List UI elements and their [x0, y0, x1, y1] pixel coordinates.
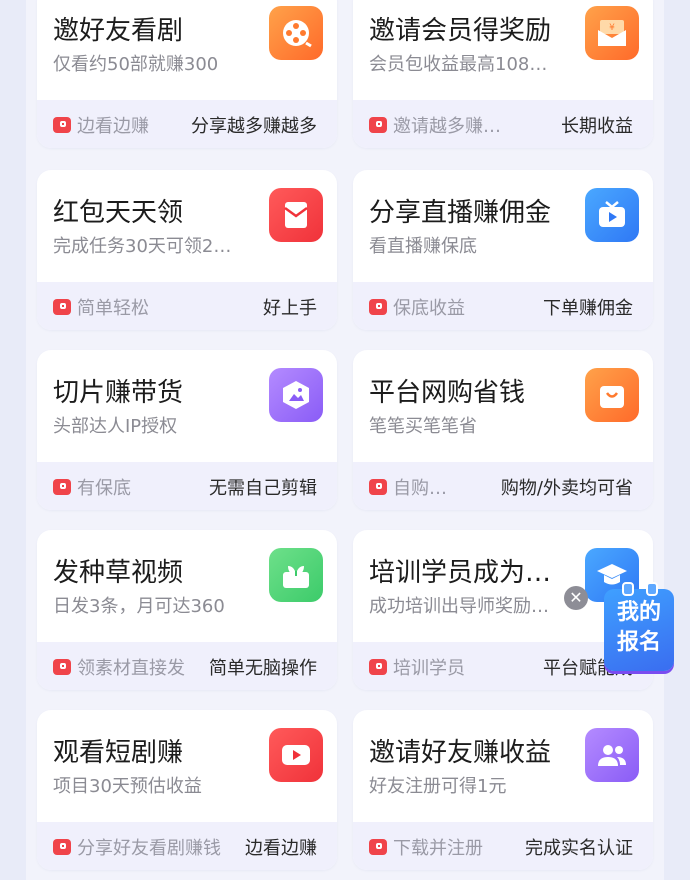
my-signup-label-line1: 我的 — [616, 600, 661, 625]
card-footer: 保底收益 下单赚佣金 — [353, 282, 653, 330]
card-title: 分享直播赚佣金 — [369, 198, 552, 228]
card-tag: 领素材直接发 — [77, 658, 185, 679]
card-title: 切片赚带货 — [53, 378, 184, 408]
task-card-live-share[interactable]: 分享直播赚佣金 看直播赚保底 保底收益 下单赚佣金 — [353, 170, 653, 330]
card-subtitle: 完成任务30天可领2… — [53, 236, 232, 257]
card-title: 观看短剧赚 — [53, 738, 184, 768]
card-footer-note: 购物/外卖均可省 — [500, 478, 633, 499]
card-title: 邀好友看剧 — [53, 16, 184, 46]
my-signup-floating-button[interactable]: 我的 报名 — [600, 582, 678, 675]
card-footer-note: 分享越多赚越多 — [191, 116, 317, 137]
card-footer: 分享好友看剧赚钱 边看边赚 — [37, 822, 337, 870]
tag-wallet-icon — [53, 117, 71, 133]
card-tag: 培训学员 — [393, 658, 465, 679]
card-subtitle: 项目30天预估收益 — [53, 776, 202, 797]
card-tag: 下载并注册 — [393, 838, 483, 859]
card-tag: 保底收益 — [393, 298, 465, 319]
svg-text:¥: ¥ — [609, 23, 615, 33]
card-footer-note: 下单赚佣金 — [543, 298, 633, 319]
card-footer-note: 长期收益 — [561, 116, 633, 137]
card-footer: 自购省… 购物/外卖均可省 — [353, 462, 653, 510]
film-reel-icon — [269, 6, 323, 60]
card-subtitle: 会员包收益最高108… — [369, 54, 548, 75]
card-footer-note: 无需自己剪辑 — [209, 478, 317, 499]
card-tag: 邀请越多赚越多 — [393, 116, 511, 137]
image-hexagon-icon — [269, 368, 323, 422]
binder-ring-icon — [646, 582, 658, 596]
yen-envelope-icon: ¥ — [585, 6, 639, 60]
task-card-seed-video[interactable]: 发种草视频 日发3条，月可达360 领素材直接发 简单无脑操作 — [37, 530, 337, 690]
card-subtitle: 看直播赚保底 — [369, 236, 477, 257]
card-footer: 简单轻松 好上手 — [37, 282, 337, 330]
card-title: 平台网购省钱 — [369, 378, 526, 408]
play-button-icon — [269, 728, 323, 782]
tag-wallet-icon — [369, 117, 387, 133]
users-icon — [585, 728, 639, 782]
tag-wallet-icon — [369, 299, 387, 315]
card-footer-note: 完成实名认证 — [525, 838, 633, 859]
close-icon[interactable]: ✕ — [564, 586, 588, 610]
card-tag: 分享好友看剧赚钱 — [77, 838, 221, 859]
task-card-short-drama[interactable]: 观看短剧赚 项目30天预估收益 分享好友看剧赚钱 边看边赚 — [37, 710, 337, 870]
task-card-invite-member[interactable]: 邀请会员得奖励 会员包收益最高108… ¥ 邀请越多赚越多 长期收益 — [353, 0, 653, 148]
tag-wallet-icon — [53, 659, 71, 675]
card-footer: 边看边赚 分享越多赚越多 — [37, 100, 337, 148]
tag-wallet-icon — [369, 839, 387, 855]
card-footer-note: 好上手 — [263, 298, 317, 319]
tag-wallet-icon — [53, 479, 71, 495]
task-card-invite-watch[interactable]: 邀好友看剧 仅看约50部就赚300 边看边赚 分享越多赚越多 — [37, 0, 337, 148]
card-subtitle: 好友注册可得1元 — [369, 776, 507, 797]
card-subtitle: 仅看约50部就赚300 — [53, 54, 219, 75]
card-tag: 简单轻松 — [77, 298, 149, 319]
card-footer-note: 边看边赚 — [245, 838, 317, 859]
task-card-red-packet[interactable]: 红包天天领 完成任务30天可领2… 简单轻松 好上手 — [37, 170, 337, 330]
card-tag: 自购省… — [393, 478, 453, 499]
card-subtitle: 日发3条，月可达360 — [53, 596, 225, 617]
task-card-shopping[interactable]: 平台网购省钱 笔笔买笔笔省 自购省… 购物/外卖均可省 — [353, 350, 653, 510]
task-card-clips[interactable]: 切片赚带货 头部达人IP授权 有保底 无需自己剪辑 — [37, 350, 337, 510]
card-footer-note: 简单无脑操作 — [209, 658, 317, 679]
card-tag: 有保底 — [77, 478, 131, 499]
card-title: 发种草视频 — [53, 558, 184, 588]
card-footer: 领素材直接发 简单无脑操作 — [37, 642, 337, 690]
shopping-bag-icon — [585, 368, 639, 422]
card-footer: 邀请越多赚越多 长期收益 — [353, 100, 653, 148]
card-title: 邀请好友赚收益 — [369, 738, 552, 768]
card-subtitle: 头部达人IP授权 — [53, 416, 178, 437]
card-tag: 边看边赚 — [77, 116, 149, 137]
red-envelope-icon — [269, 188, 323, 242]
sprout-icon — [269, 548, 323, 602]
card-subtitle: 成功培训出导师奖励… — [369, 596, 549, 617]
card-title: 红包天天领 — [53, 198, 184, 228]
tag-wallet-icon — [53, 299, 71, 315]
tag-wallet-icon — [369, 659, 387, 675]
card-footer: 有保底 无需自己剪辑 — [37, 462, 337, 510]
card-subtitle: 笔笔买笔笔省 — [369, 416, 477, 437]
card-title: 邀请会员得奖励 — [369, 16, 552, 46]
tag-wallet-icon — [369, 479, 387, 495]
card-footer: 下载并注册 完成实名认证 — [353, 822, 653, 870]
card-title: 培训学员成为… — [369, 558, 552, 588]
task-card-invite-friends[interactable]: 邀请好友赚收益 好友注册可得1元 下载并注册 完成实名认证 — [353, 710, 653, 870]
tag-wallet-icon — [53, 839, 71, 855]
tv-play-icon — [585, 188, 639, 242]
binder-ring-icon — [622, 582, 634, 596]
my-signup-label-line2: 报名 — [616, 630, 661, 655]
